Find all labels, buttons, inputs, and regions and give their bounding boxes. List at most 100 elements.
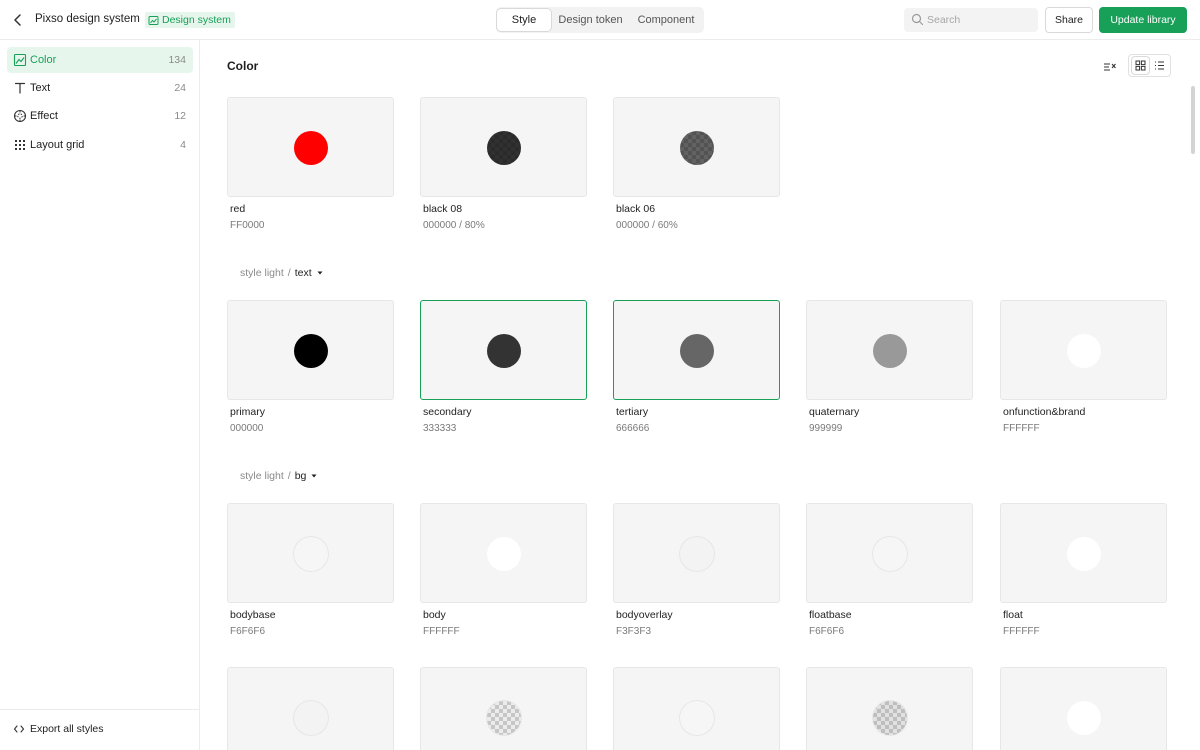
tab-style[interactable]: Style [497, 9, 551, 31]
sidebar-item-count: 134 [168, 54, 186, 66]
color-swatch [294, 537, 328, 571]
swatch-box[interactable] [420, 503, 587, 603]
color-swatch [873, 537, 907, 571]
swatch-box[interactable] [227, 300, 394, 400]
color-swatch [873, 701, 907, 735]
swatch-box[interactable] [1000, 667, 1167, 750]
swatch-box[interactable] [613, 97, 780, 197]
style-sidebar: Color 134 Text 24 Effect 12 Layout grid … [0, 40, 200, 750]
scrollbar-thumb[interactable] [1191, 86, 1195, 154]
group-name: text [294, 267, 312, 279]
color-swatch [487, 701, 521, 735]
effect-style-icon [13, 109, 27, 123]
library-icon [148, 15, 159, 25]
swatch-box[interactable] [806, 503, 973, 603]
caret-down-icon [311, 474, 317, 478]
color-swatch [680, 131, 714, 165]
swatch-box[interactable] [1000, 300, 1167, 400]
color-swatch [1067, 537, 1101, 571]
export-all-styles-button[interactable]: Export all styles [13, 723, 104, 735]
export-label: Export all styles [30, 723, 104, 735]
color-swatch [1067, 701, 1101, 735]
grid-view-icon[interactable] [1132, 57, 1149, 74]
group-parent: style light [240, 470, 284, 482]
sidebar-footer: Export all styles [0, 709, 199, 750]
group-header-text[interactable]: style light / text [240, 267, 324, 279]
style-content: Color red FF0000 black 08 000000 / 80% b… [200, 40, 1200, 750]
color-name: primary [230, 406, 266, 418]
color-swatch [680, 537, 714, 571]
color-swatch [1067, 334, 1101, 368]
color-swatch [680, 701, 714, 735]
color-swatch [680, 334, 714, 368]
swatch-box[interactable] [806, 667, 973, 750]
swatch-box[interactable] [613, 503, 780, 603]
color-value: F6F6F6 [809, 626, 845, 637]
color-swatch [487, 131, 521, 165]
swatch-box[interactable] [420, 97, 587, 197]
tab-design-token[interactable]: Design token [554, 9, 627, 31]
page-title: Color [227, 59, 259, 73]
color-name: body [423, 609, 446, 621]
badge-label: Design system [162, 14, 231, 26]
update-library-button[interactable]: Update library [1099, 7, 1187, 33]
color-name: tertiary [616, 406, 649, 418]
view-mode-toggle [1128, 54, 1171, 77]
sidebar-item-effect[interactable]: Effect 12 [7, 103, 193, 129]
color-swatch [294, 334, 328, 368]
color-name: bodybase [230, 609, 276, 621]
sidebar-item-count: 24 [174, 82, 186, 94]
search-icon [911, 13, 924, 26]
back-icon[interactable] [8, 10, 28, 30]
share-button[interactable]: Share [1045, 7, 1093, 33]
color-name: quaternary [809, 406, 860, 418]
swatch-box[interactable] [613, 667, 780, 750]
swatch-box[interactable] [227, 667, 394, 750]
color-swatch [487, 334, 521, 368]
top-bar: Pixso design system Design system Style … [0, 0, 1200, 40]
sidebar-item-color[interactable]: Color 134 [7, 47, 193, 73]
color-swatch [873, 334, 907, 368]
color-value: FFFFFF [1003, 423, 1040, 434]
sidebar-item-label: Effect [30, 110, 58, 122]
sidebar-item-count: 12 [174, 110, 186, 122]
color-value: 999999 [809, 423, 843, 434]
layout-grid-icon [15, 140, 25, 150]
swatch-box[interactable] [420, 300, 587, 400]
swatch-box[interactable] [613, 300, 780, 400]
color-value: 333333 [423, 423, 457, 434]
group-header-bg[interactable]: style light / bg [240, 470, 318, 482]
color-name: bodyoverlay [616, 609, 673, 621]
swatch-box[interactable] [1000, 503, 1167, 603]
group-separator: / [287, 267, 291, 279]
text-style-icon [14, 82, 26, 94]
project-title: Pixso design system [35, 13, 140, 25]
tab-component[interactable]: Component [630, 9, 702, 31]
color-name: secondary [423, 406, 472, 418]
color-value: 666666 [616, 423, 650, 434]
code-icon [13, 725, 25, 733]
swatch-box[interactable] [227, 97, 394, 197]
search-input[interactable] [927, 8, 1032, 32]
collapse-all-icon[interactable] [1100, 57, 1120, 77]
sidebar-item-count: 4 [180, 139, 186, 151]
sidebar-item-label: Color [30, 54, 57, 66]
swatch-box[interactable] [806, 300, 973, 400]
search-box [904, 8, 1038, 32]
color-name: black 06 [616, 203, 656, 215]
group-name: bg [294, 470, 307, 482]
swatch-box[interactable] [227, 503, 394, 603]
design-system-badge: Design system [145, 12, 235, 28]
group-separator: / [287, 470, 291, 482]
color-value: 000000 / 60% [616, 220, 678, 231]
group-parent: style light [240, 267, 284, 279]
color-value: F3F3F3 [616, 626, 652, 637]
color-value: FF0000 [230, 220, 265, 231]
list-view-icon[interactable] [1151, 57, 1168, 74]
sidebar-item-text[interactable]: Text 24 [7, 75, 193, 101]
swatch-box[interactable] [420, 667, 587, 750]
color-value: 000000 / 80% [423, 220, 485, 231]
caret-down-icon [317, 271, 323, 275]
sidebar-item-layout-grid[interactable]: Layout grid 4 [7, 132, 193, 158]
sidebar-item-label: Layout grid [30, 139, 85, 151]
